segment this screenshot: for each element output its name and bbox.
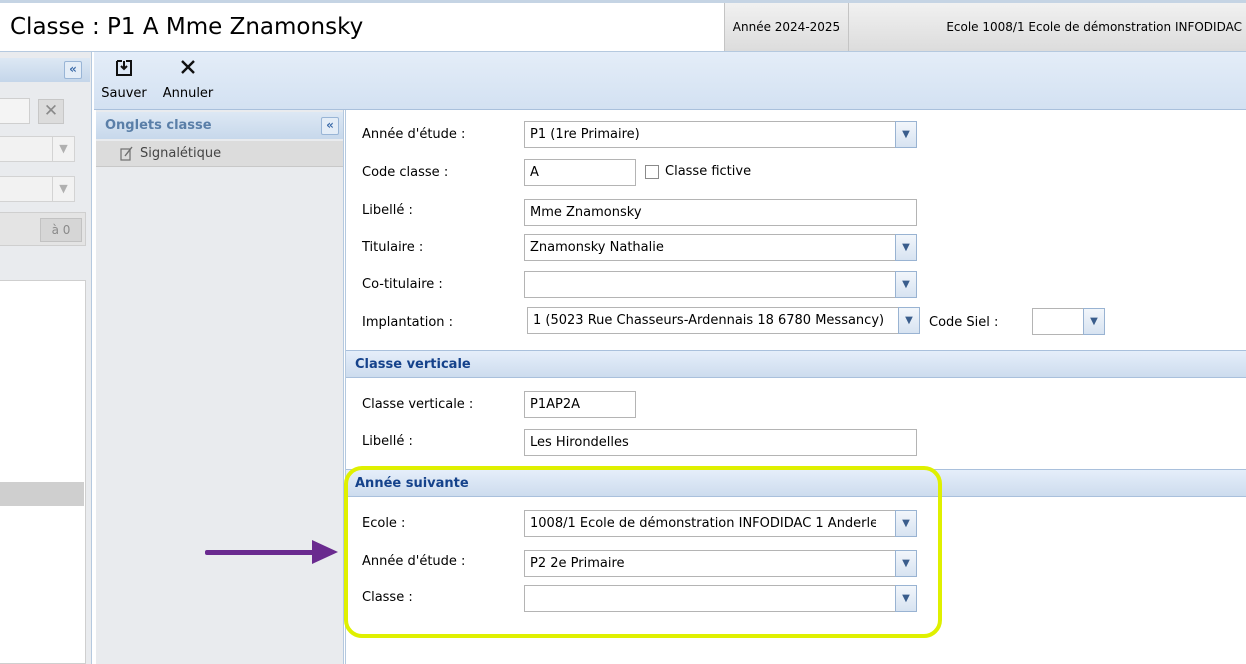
annee-suivante-section-title: Année suivante: [355, 476, 469, 491]
school-year-selector[interactable]: Année 2024-2025: [724, 3, 849, 51]
tabs-collapse-icon[interactable]: «: [321, 117, 339, 135]
school-year-label: Année 2024-2025: [732, 20, 841, 34]
annee-etude-select[interactable]: P1 (1re Primaire) ▼: [524, 121, 917, 148]
code-siel-select[interactable]: ▼: [1032, 308, 1105, 335]
edit-icon: [120, 146, 133, 161]
arrow-annotation-head: [312, 540, 338, 564]
co-titulaire-select[interactable]: ▼: [524, 271, 917, 298]
chevron-down-icon[interactable]: ▼: [895, 271, 917, 298]
libelle-input[interactable]: Mme Znamonsky: [524, 199, 917, 226]
chevron-down-icon: ▼: [52, 137, 74, 161]
implantation-label: Implantation :: [362, 315, 454, 330]
cancel-button[interactable]: Annuler: [160, 52, 216, 110]
toolbar: Sauver Annuler: [94, 52, 1246, 110]
implantation-value: 1 (5023 Rue Chasseurs-Ardennais 18 6780 …: [533, 313, 885, 328]
left-panel-header: «: [0, 58, 90, 82]
cancel-label: Annuler: [162, 86, 214, 101]
left-panel: « ✕ ▼ ▼ à 0: [0, 52, 92, 664]
school-selector[interactable]: Ecole 1008/1 Ecole de démonstration INFO…: [849, 3, 1246, 51]
libelle-value: Mme Znamonsky: [530, 205, 642, 220]
left-panel-collapse-icon[interactable]: «: [64, 61, 82, 79]
title-bar: Classe : P1 A Mme Znamonsky Année 2024-2…: [0, 0, 1246, 52]
annee-suivante-section-header: Année suivante: [346, 469, 1246, 497]
classe-verticale-libelle-input[interactable]: Les Hirondelles: [524, 429, 917, 456]
annee-etude-value: P1 (1re Primaire): [530, 127, 640, 142]
annee-suivante-etude-label: Année d'étude :: [362, 554, 466, 569]
code-classe-value: A: [530, 165, 539, 180]
chevron-down-icon[interactable]: ▼: [895, 585, 917, 612]
chevron-down-icon[interactable]: ▼: [1083, 308, 1105, 335]
titulaire-value: Znamonsky Nathalie: [530, 240, 664, 255]
code-classe-input[interactable]: A: [524, 159, 636, 186]
page-title: Classe : P1 A Mme Znamonsky: [10, 14, 364, 40]
co-titulaire-label: Co-titulaire :: [362, 277, 443, 292]
tab-signaletique[interactable]: Signalétique: [96, 141, 343, 167]
chevron-down-icon: ▼: [52, 177, 74, 201]
save-label: Sauver: [101, 86, 147, 101]
class-list-selected-row[interactable]: [0, 482, 84, 506]
ecole-label: Ecole :: [362, 516, 406, 531]
reset-button[interactable]: à 0: [40, 218, 82, 242]
save-icon: [114, 59, 134, 79]
annee-suivante-etude-select[interactable]: P2 2e Primaire ▼: [524, 550, 917, 577]
chevron-down-icon[interactable]: ▼: [895, 510, 917, 537]
chevron-down-icon[interactable]: ▼: [895, 550, 917, 577]
ecole-value: 1008/1 Ecole de démonstration INFODIDAC …: [530, 516, 876, 531]
class-list[interactable]: [0, 280, 86, 664]
chevron-down-icon[interactable]: ▼: [898, 307, 920, 334]
tabs-panel-title: Onglets classe: [105, 118, 212, 133]
classe-fictive-checkbox[interactable]: [645, 165, 659, 179]
school-label: Ecole 1008/1 Ecole de démonstration INFO…: [946, 20, 1242, 34]
save-button[interactable]: Sauver: [100, 52, 148, 110]
classe-fictive-label: Classe fictive: [665, 164, 752, 179]
classe-suivante-select[interactable]: ▼: [524, 585, 917, 612]
implantation-select[interactable]: 1 (5023 Rue Chasseurs-Ardennais 18 6780 …: [527, 307, 920, 334]
code-siel-label: Code Siel :: [929, 315, 999, 330]
left-filter-combo-2[interactable]: ▼: [0, 176, 75, 202]
annee-etude-label: Année d'étude :: [362, 127, 466, 142]
tabs-panel-header: Onglets classe «: [96, 112, 343, 139]
tabs-panel: Onglets classe « Signalétique: [96, 110, 344, 664]
classe-verticale-libelle-label: Libellé :: [362, 434, 413, 449]
classe-verticale-input[interactable]: P1AP2A: [524, 391, 636, 418]
annee-suivante-etude-value: P2 2e Primaire: [530, 556, 625, 571]
form-area: Année d'étude : P1 (1re Primaire) ▼ Code…: [345, 110, 1246, 664]
classe-verticale-section-header: Classe verticale: [346, 350, 1246, 378]
libelle-label: Libellé :: [362, 203, 413, 218]
classe-verticale-value: P1AP2A: [530, 397, 581, 412]
classe-suivante-label: Classe :: [362, 590, 413, 605]
chevron-down-icon[interactable]: ▼: [895, 121, 917, 148]
titulaire-label: Titulaire :: [362, 240, 424, 255]
close-icon: [178, 59, 198, 79]
arrow-annotation-shaft: [205, 550, 317, 555]
ecole-select[interactable]: 1008/1 Ecole de démonstration INFODIDAC …: [524, 510, 917, 537]
titulaire-select[interactable]: Znamonsky Nathalie ▼: [524, 234, 917, 261]
clear-search-icon[interactable]: ✕: [38, 99, 64, 124]
chevron-down-icon[interactable]: ▼: [895, 234, 917, 261]
classe-verticale-libelle-value: Les Hirondelles: [530, 435, 629, 450]
code-classe-label: Code classe :: [362, 165, 449, 180]
classe-verticale-label: Classe verticale :: [362, 397, 474, 412]
classe-verticale-section-title: Classe verticale: [355, 357, 471, 372]
left-search-input[interactable]: [0, 98, 30, 124]
tab-signaletique-label: Signalétique: [140, 146, 222, 161]
left-filter-combo-1[interactable]: ▼: [0, 136, 75, 162]
